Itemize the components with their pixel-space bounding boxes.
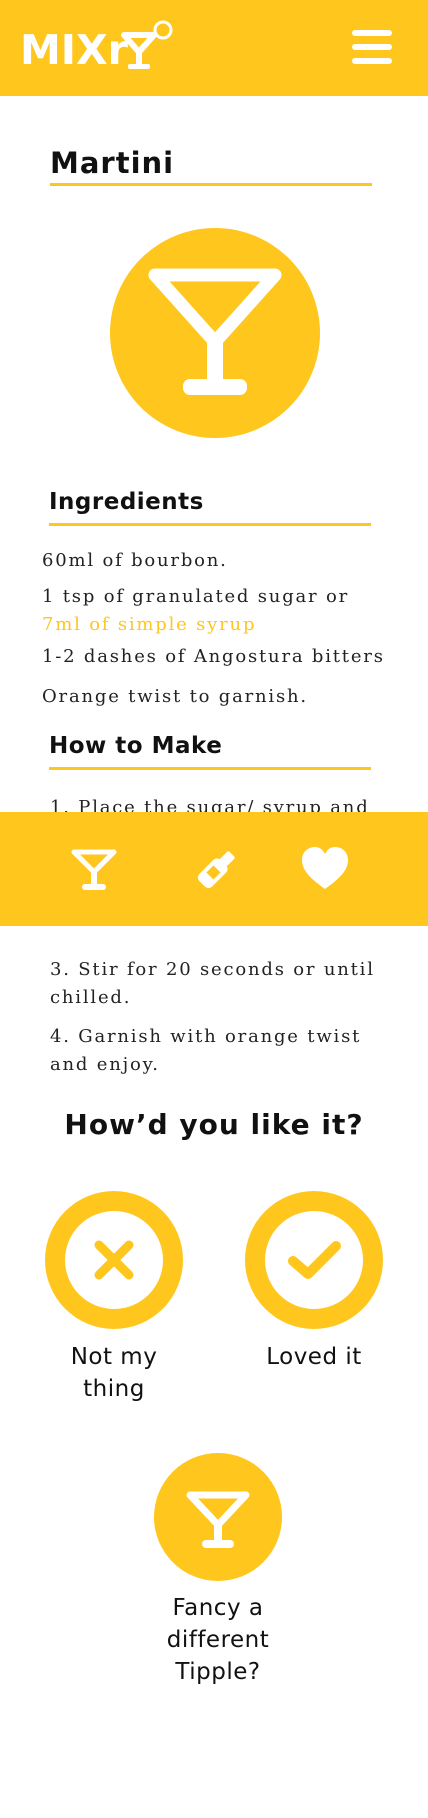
like-label: Loved it: [266, 1344, 362, 1370]
hamburger-menu-icon[interactable]: [352, 30, 392, 64]
cocktail-title: Martini: [50, 146, 175, 180]
nav-spirits-button[interactable]: [190, 842, 244, 896]
like-button-inner: [265, 1211, 363, 1309]
nav-favourites-button[interactable]: [298, 842, 352, 896]
checkmark-icon: [288, 1241, 341, 1279]
dislike-label: Not my thing: [70, 1344, 158, 1402]
bottom-navigation: [0, 812, 428, 926]
ingredient-item: 1 tsp of granulated sugar or: [42, 586, 350, 607]
nav-cocktails-button[interactable]: [67, 842, 121, 896]
ingredient-item-highlight: 7ml of simple syrup: [42, 614, 257, 635]
ingredient-item: 60ml of bourbon.: [42, 550, 228, 571]
method-step: 4. Garnish with orange twist and enjoy.: [50, 1026, 362, 1075]
ingredient-item: 1-2 dashes of Angostura bitters: [42, 646, 385, 667]
mixr-logo[interactable]: MIXr: [20, 20, 180, 74]
rating-question: How’d you like it?: [64, 1108, 364, 1141]
dislike-button-inner: [65, 1211, 163, 1309]
like-button[interactable]: [245, 1191, 383, 1329]
heart-icon: [302, 847, 348, 889]
different-tipple-label: Fancy a different Tipple?: [166, 1595, 270, 1685]
method-underline: [49, 767, 371, 770]
martini-glass-icon: [148, 268, 282, 395]
cocktail-image: [110, 228, 320, 438]
dislike-button[interactable]: [45, 1191, 183, 1329]
title-underline: [50, 183, 372, 186]
method-step: 3. Stir for 20 seconds or until chilled.: [50, 959, 375, 1008]
ingredient-item: Orange twist to garnish.: [42, 686, 308, 707]
method-heading: How to Make: [49, 733, 223, 759]
martini-glass-icon: [186, 1491, 250, 1548]
logo-glass-icon: [121, 20, 173, 69]
ingredients-heading: Ingredients: [49, 489, 204, 515]
app-header: MIXr: [0, 0, 428, 96]
bottle-icon: [197, 851, 235, 889]
logo-text: MIXr: [20, 26, 129, 70]
mixr-logo-graphic: MIXr: [20, 20, 173, 74]
different-tipple-button[interactable]: [154, 1453, 282, 1581]
martini-glass-icon: [71, 849, 117, 890]
cross-icon: [94, 1240, 134, 1280]
ingredients-underline: [49, 523, 371, 526]
